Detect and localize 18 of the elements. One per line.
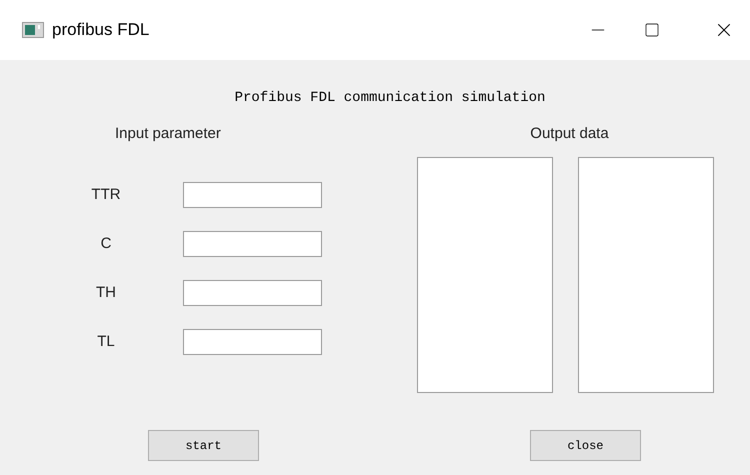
field-label: TL [96,332,116,352]
app-icon [22,22,44,38]
output-text-area[interactable] [417,157,553,393]
input-field[interactable] [183,231,322,257]
heading: Profibus FDL communication simulation [234,89,546,108]
section-title: Input parameter [115,124,222,144]
input-field[interactable] [183,182,322,208]
push-button[interactable]: close [530,430,641,461]
push-button[interactable]: start [148,430,259,461]
section-title: Output data [530,124,609,144]
window-title: profibus FDL [52,19,150,42]
input-field[interactable] [183,280,322,306]
field-label: C [100,234,112,254]
field-label: TH [95,282,117,303]
input-field[interactable] [183,329,322,355]
field-label: TTR [90,184,122,205]
output-text-area[interactable] [578,157,714,393]
maximize-icon[interactable] [644,22,660,38]
